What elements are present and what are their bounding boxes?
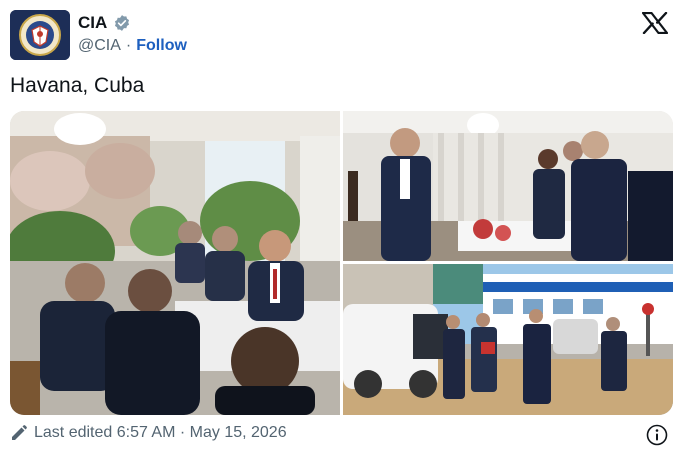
last-edited-timestamp[interactable]: Last edited 6:57 AM · May 15, 2026 (34, 424, 287, 442)
avatar[interactable] (10, 10, 70, 60)
account-name-row: CIA (78, 13, 131, 33)
info-icon[interactable] (646, 424, 668, 446)
tweet-text: Havana, Cuba (10, 74, 145, 97)
account-name[interactable]: CIA (78, 13, 107, 33)
tweet-footer: Last edited 6:57 AM · May 15, 2026 (10, 424, 287, 442)
pencil-icon (10, 424, 28, 442)
photo-street-arrival[interactable] (343, 264, 673, 415)
photo-delegation-greeting[interactable] (343, 111, 673, 261)
separator-dot: · (125, 37, 132, 54)
handle-row: @CIA · Follow (78, 37, 187, 55)
cia-seal-icon (10, 10, 70, 60)
account-handle[interactable]: @CIA (78, 37, 121, 55)
follow-button[interactable]: Follow (136, 37, 187, 55)
x-logo-icon[interactable] (642, 12, 668, 34)
media-grid (10, 111, 673, 415)
photo-meeting-room[interactable] (10, 111, 340, 415)
verified-badge-icon (113, 14, 131, 32)
